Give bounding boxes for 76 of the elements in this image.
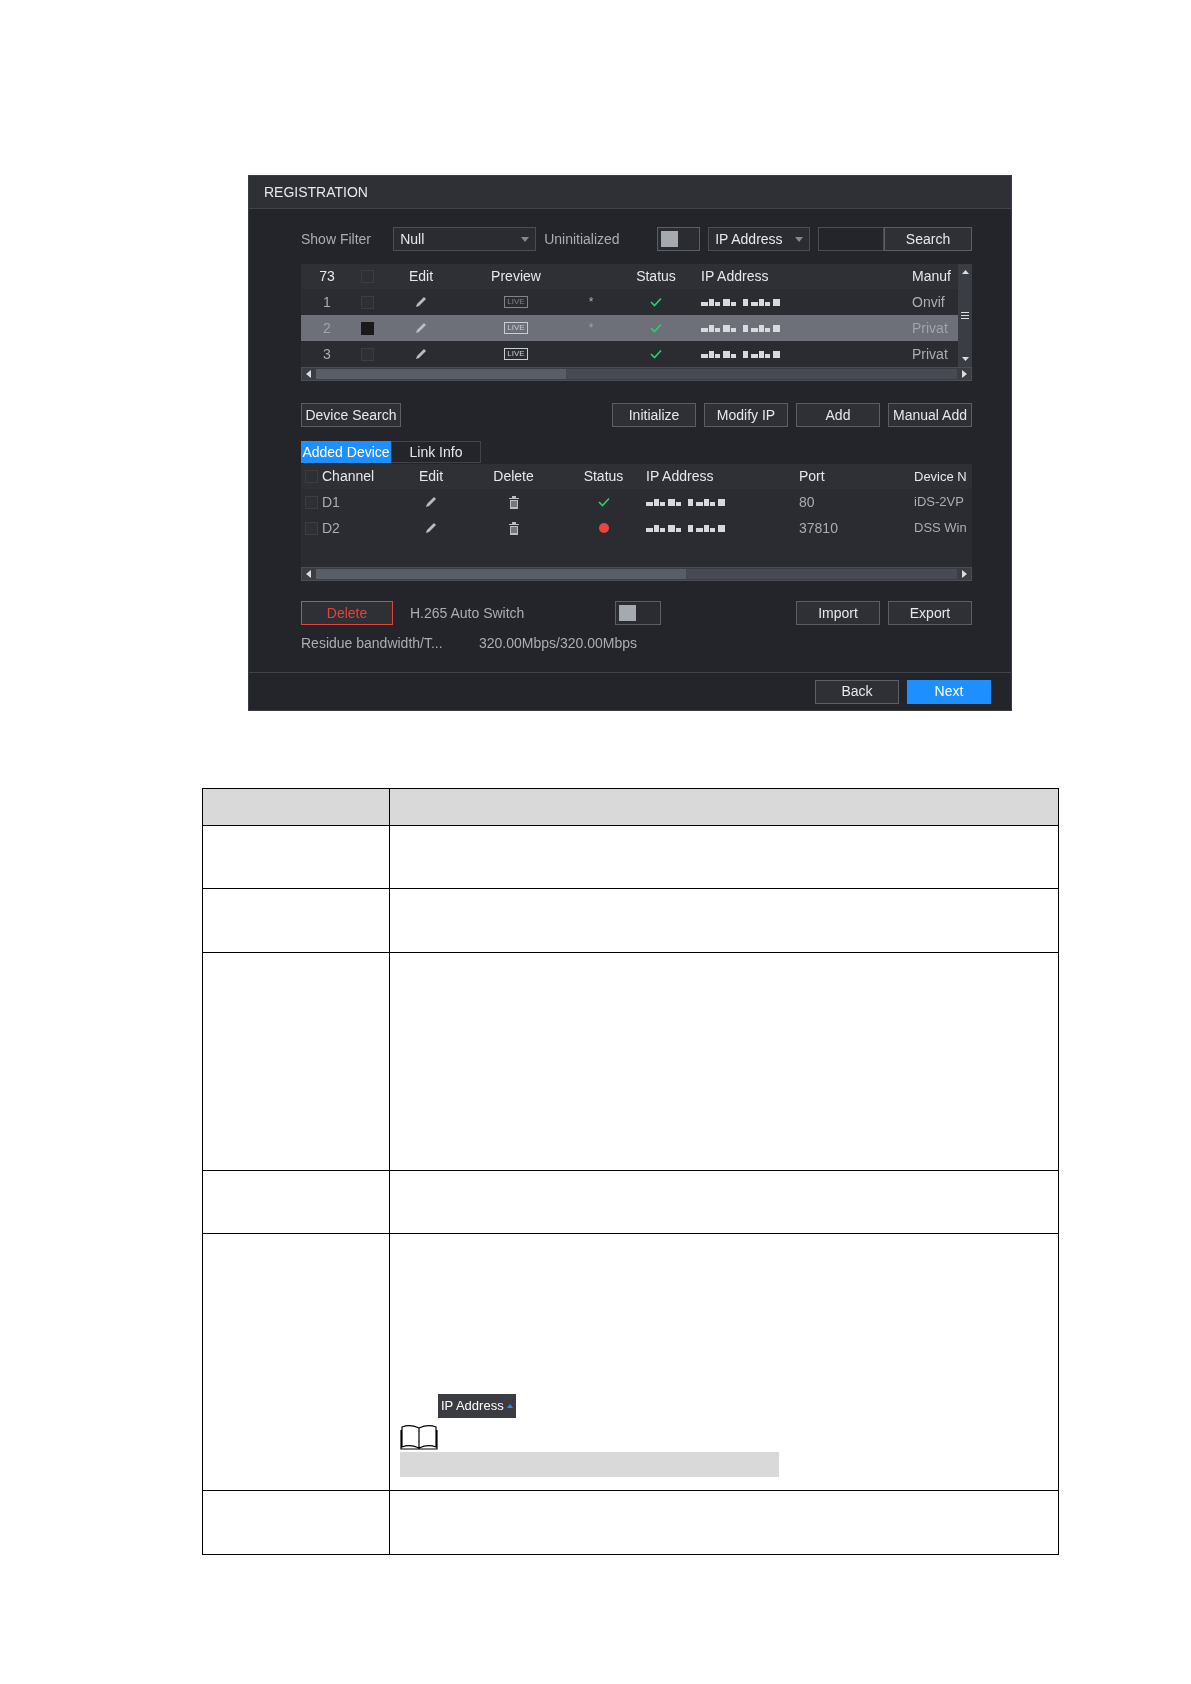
column-header: Edit xyxy=(417,467,445,486)
check-icon xyxy=(650,349,662,359)
check-icon xyxy=(650,297,662,307)
device-name-cell-text: iDS-2VP xyxy=(914,493,965,512)
filter-label: Show Filter xyxy=(301,229,373,249)
pencil-icon[interactable] xyxy=(424,495,438,509)
column-header: Channel xyxy=(322,467,375,486)
port-cell-text: 37810 xyxy=(798,518,839,538)
action-button[interactable]: Modify IP xyxy=(704,403,788,427)
search-field[interactable] xyxy=(818,227,884,251)
scroll-up-icon[interactable] xyxy=(961,270,969,274)
toggle-switch[interactable] xyxy=(657,227,701,251)
book-icon xyxy=(400,1423,438,1450)
live-badge[interactable]: LIVE xyxy=(504,348,528,360)
search-by-dropdown[interactable]: IP Address xyxy=(708,227,810,251)
action-button[interactable]: Add xyxy=(796,403,880,427)
window-title: REGISTRATION xyxy=(264,182,368,202)
scroll-right-icon[interactable] xyxy=(961,370,967,378)
row-number: 1 xyxy=(322,292,332,312)
check-icon xyxy=(650,323,662,333)
uninitialized-label: Uninitialized xyxy=(544,229,621,249)
horizontal-scrollbar[interactable] xyxy=(301,567,972,581)
manufacturer-cell-text: Privat xyxy=(912,344,949,364)
action-button[interactable]: Manual Add xyxy=(888,403,972,427)
device-row[interactable]: 1 LIVE * Onvif xyxy=(301,289,958,315)
toggle-switch[interactable] xyxy=(615,601,661,625)
scroll-thumb[interactable] xyxy=(316,569,686,579)
trash-icon[interactable] xyxy=(507,521,520,535)
column-header: IP Address xyxy=(701,267,770,286)
horizontal-scrollbar[interactable] xyxy=(301,367,972,381)
scroll-down-icon[interactable] xyxy=(961,357,969,361)
star-mark: * xyxy=(588,320,594,337)
pencil-icon[interactable] xyxy=(414,347,428,361)
bandwidth-label: Residue bandwidth/T... xyxy=(301,634,444,653)
device-row[interactable]: 3 LIVE Privat xyxy=(301,341,958,367)
sort-header-label: IP Address xyxy=(441,1397,504,1415)
pencil-icon[interactable] xyxy=(414,295,428,309)
sort-ascending-icon xyxy=(506,1403,513,1408)
row-number: 3 xyxy=(322,344,332,364)
export-button[interactable]: Export xyxy=(888,601,972,625)
column-header: Device N xyxy=(914,467,968,486)
channel-cell-text: D1 xyxy=(322,492,340,512)
pencil-icon[interactable] xyxy=(424,521,438,535)
scroll-thumb[interactable] xyxy=(316,369,566,379)
manufacturer-cell-text: Onvif xyxy=(912,292,946,312)
tab[interactable]: Link Info xyxy=(391,441,481,463)
star-mark: * xyxy=(588,294,594,311)
column-header: Port xyxy=(798,467,826,486)
filter-dropdown[interactable]: Null xyxy=(393,227,537,251)
column-header: Status xyxy=(582,467,625,486)
column-header: Edit xyxy=(407,267,435,286)
scroll-left-icon[interactable] xyxy=(306,570,312,578)
column-header: Preview xyxy=(490,267,542,286)
device-name-cell-text: DSS Win xyxy=(914,519,968,538)
trash-icon[interactable] xyxy=(507,495,520,509)
column-header: Delete xyxy=(492,467,535,486)
action-button[interactable]: Initialize xyxy=(612,403,696,427)
dropdown-caret-icon xyxy=(795,236,803,242)
column-header: Status xyxy=(635,267,677,286)
channel-cell-text: D2 xyxy=(322,518,340,538)
menu-icon[interactable] xyxy=(961,312,969,319)
back-button[interactable]: Back xyxy=(815,679,899,704)
column-header: IP Address xyxy=(645,467,715,486)
import-button[interactable]: Import xyxy=(796,601,880,625)
scroll-left-icon[interactable] xyxy=(306,370,312,378)
scroll-right-icon[interactable] xyxy=(961,570,967,578)
h265-label: H.265 Auto Switch xyxy=(410,603,526,623)
dropdown-caret-icon xyxy=(521,236,530,242)
device-search-button[interactable]: Device Search xyxy=(301,403,401,427)
vertical-scrollbar[interactable] xyxy=(958,264,972,367)
column-header: Manuf xyxy=(912,267,952,286)
checkbox[interactable] xyxy=(360,321,374,335)
search-button[interactable]: Search xyxy=(884,227,972,251)
column-header: 73 xyxy=(318,267,336,286)
port-cell-text: 80 xyxy=(798,492,816,512)
bandwidth-value: 320.00Mbps/320.00Mbps xyxy=(479,634,637,653)
